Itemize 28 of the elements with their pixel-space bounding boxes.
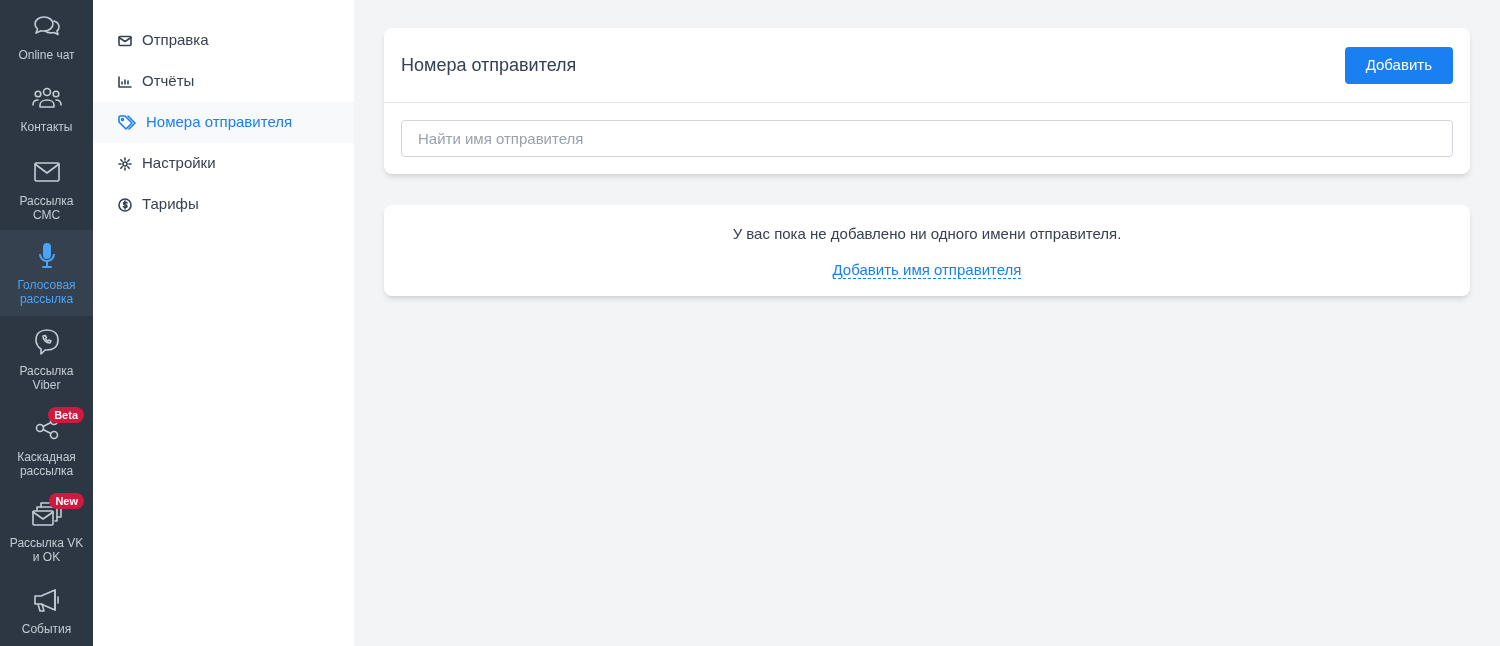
add-sender-link[interactable]: Добавить имя отправителя xyxy=(832,260,1022,279)
sidebar-item[interactable]: Beta Каскадная рассылка xyxy=(0,402,93,488)
sidebar-item[interactable]: New Рассылка VK и OK xyxy=(0,488,93,574)
card-title: Номера отправителя xyxy=(401,53,577,77)
sidebar-item[interactable]: Контакты xyxy=(0,72,93,144)
status-badge: Beta xyxy=(48,407,84,423)
microphone-icon xyxy=(36,242,57,270)
sidebar-item[interactable]: Голосовая рассылка xyxy=(0,230,93,316)
add-button[interactable]: Добавить xyxy=(1344,46,1453,84)
sidebar-item[interactable]: События xyxy=(0,574,93,646)
envelope-icon xyxy=(118,34,132,47)
search-field[interactable]: Найти имя отправителя xyxy=(401,120,1453,157)
menu-item[interactable]: Настройки xyxy=(93,143,354,184)
dollar-circle-icon xyxy=(118,197,132,212)
bar-chart-icon xyxy=(118,75,132,88)
status-badge: New xyxy=(49,493,84,509)
sidebar-item[interactable]: Online чат xyxy=(0,0,93,72)
menu-item[interactable]: Отправка xyxy=(93,20,354,61)
sidebar-item[interactable]: Рассылка СМС xyxy=(0,144,93,230)
menu-item[interactable]: Тарифы xyxy=(93,184,354,225)
empty-message: У вас пока не добавлено ни одного имени отправителя. xyxy=(732,224,1122,244)
megaphone-icon xyxy=(31,586,62,614)
sidebar-item[interactable]: Рассылка Viber xyxy=(0,316,93,402)
gear-icon xyxy=(118,156,132,171)
phone-bubble-icon xyxy=(33,328,60,356)
menu-item[interactable]: Номера отправителя xyxy=(93,102,354,143)
menu-item[interactable]: Отчёты xyxy=(93,61,354,102)
tag-icon xyxy=(118,114,136,131)
